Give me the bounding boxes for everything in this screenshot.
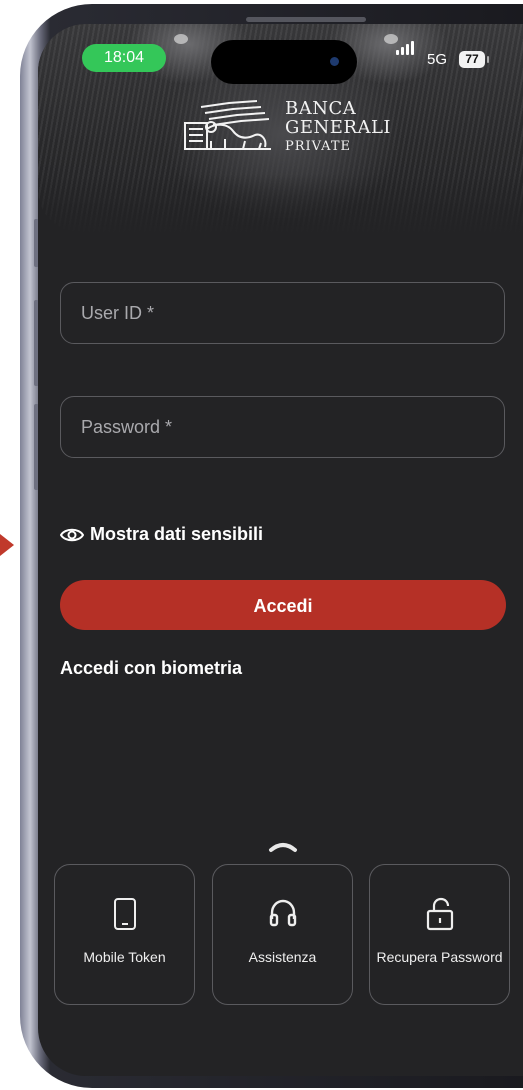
network-type: 5G	[427, 51, 448, 68]
smartphone-icon	[113, 898, 136, 930]
brand-line-3: PRIVATE	[285, 139, 352, 154]
dynamic-island	[211, 40, 357, 84]
brand-wordmark: BANCA GENERALI PRIVATE	[285, 99, 391, 156]
recover-password-label: Recupera Password	[376, 949, 503, 965]
winged-lion-icon	[184, 100, 271, 150]
show-sensitive-label: Mostra dati sensibili	[90, 524, 264, 544]
assistance-label: Assistenza	[248, 949, 317, 965]
hero-eye-right	[384, 34, 398, 44]
brand-logo: BANCA GENERALI PRIVATE	[181, 99, 391, 157]
brand-line-1: BANCA	[285, 98, 357, 119]
battery-icon: 77	[459, 51, 485, 68]
password-input[interactable]	[61, 397, 504, 457]
biometric-login-link[interactable]: Accedi con biometria	[60, 658, 242, 679]
unlock-icon	[426, 897, 453, 931]
mobile-token-card[interactable]: Mobile Token	[54, 864, 195, 1005]
headset-icon	[269, 899, 296, 927]
user-id-field[interactable]	[60, 282, 505, 344]
status-time: 18:04	[82, 44, 166, 72]
mobile-token-label: Mobile Token	[83, 949, 166, 965]
password-field[interactable]	[60, 396, 505, 458]
hero-eye-left	[174, 34, 188, 44]
login-button[interactable]: Accedi	[60, 580, 506, 630]
chevron-up-icon[interactable]	[268, 839, 298, 853]
recover-password-card[interactable]: Recupera Password	[369, 864, 510, 1005]
eye-icon	[60, 528, 84, 541]
user-id-input[interactable]	[61, 283, 504, 343]
speaker-grille	[246, 17, 366, 22]
show-sensitive-toggle[interactable]: Mostra dati sensibili	[60, 524, 263, 545]
assistance-card[interactable]: Assistenza	[212, 864, 353, 1005]
pointer-arrow-icon	[0, 534, 14, 556]
brand-line-2: GENERALI	[285, 117, 392, 138]
app-screen: 18:04 5G 77 BANCA GENERALI PRIVATE User …	[38, 24, 523, 1076]
